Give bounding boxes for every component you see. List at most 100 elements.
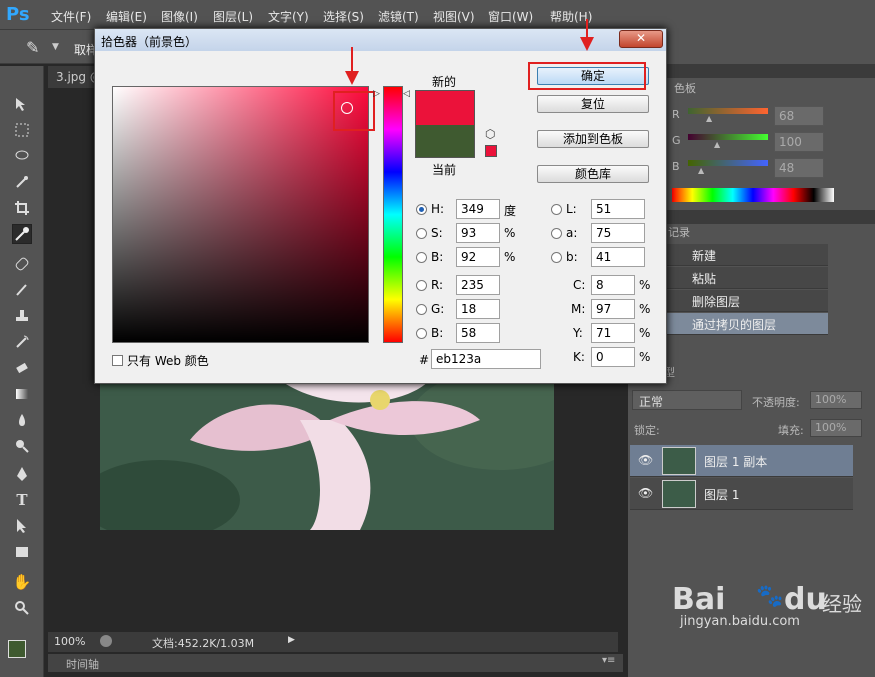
opacity-field[interactable]: 100% xyxy=(810,391,862,409)
menu-image[interactable]: 图像(I) xyxy=(161,8,198,25)
chevron-down-icon[interactable]: ▼ xyxy=(52,42,59,52)
slider-handle-icon[interactable]: ▲ xyxy=(706,114,712,123)
menu-type[interactable]: 文字(Y) xyxy=(268,8,309,25)
zoom-level[interactable]: 100% xyxy=(54,635,85,648)
brightness-unit: % xyxy=(504,250,516,264)
history-item[interactable]: 删除图层 xyxy=(666,290,828,312)
eraser-tool-icon[interactable] xyxy=(12,358,32,378)
brightness-field[interactable]: 92 xyxy=(456,247,500,267)
marquee-tool-icon[interactable] xyxy=(12,120,32,140)
s-radio[interactable] xyxy=(416,228,427,239)
stamp-tool-icon[interactable] xyxy=(12,306,32,326)
menu-window[interactable]: 窗口(W) xyxy=(488,8,533,25)
l-field[interactable]: 51 xyxy=(591,199,645,219)
swatches-tab[interactable]: 色板 xyxy=(674,80,696,96)
dialog-close-button[interactable]: ✕ xyxy=(619,30,663,48)
g-radio[interactable] xyxy=(416,304,427,315)
c-field[interactable]: 8 xyxy=(591,275,635,295)
tools-panel: T ✋ xyxy=(0,66,44,677)
menu-filter[interactable]: 滤镜(T) xyxy=(378,8,419,25)
slider-handle-icon[interactable]: ▲ xyxy=(698,166,704,175)
color-field[interactable] xyxy=(112,86,369,343)
brightness-radio[interactable] xyxy=(416,252,427,263)
color-libraries-button[interactable]: 颜色库 xyxy=(537,165,649,183)
hue-handle-icon[interactable]: ▷ xyxy=(373,89,380,99)
gamut-cube-icon[interactable]: ⬡ xyxy=(485,127,495,141)
panel-menu-icon[interactable]: ▾≡ xyxy=(602,655,615,666)
y-field[interactable]: 71 xyxy=(591,323,635,343)
canvas-image[interactable] xyxy=(100,380,554,530)
menu-select[interactable]: 选择(S) xyxy=(323,8,364,25)
h-label: H: xyxy=(431,202,445,216)
menu-file[interactable]: 文件(F) xyxy=(51,8,91,25)
h-radio[interactable] xyxy=(416,204,427,215)
hex-field[interactable]: eb123a xyxy=(431,349,541,369)
history-tab[interactable]: 记录 xyxy=(668,224,690,240)
pen-tool-icon[interactable] xyxy=(12,464,32,484)
menu-view[interactable]: 视图(V) xyxy=(433,8,475,25)
hue-slider[interactable] xyxy=(383,86,403,343)
eye-icon[interactable]: 👁 xyxy=(638,453,653,467)
s-field[interactable]: 93 xyxy=(456,223,500,243)
layer-row[interactable]: 👁 图层 1 xyxy=(630,478,853,510)
color-g-field[interactable]: 100 xyxy=(774,132,824,152)
l-radio[interactable] xyxy=(551,204,562,215)
eyedropper-tool-icon[interactable] xyxy=(12,224,32,244)
b-field[interactable]: 58 xyxy=(456,323,500,343)
layer-row-selected[interactable]: 👁 图层 1 副本 xyxy=(630,445,853,477)
layer-name[interactable]: 图层 1 xyxy=(704,486,739,503)
r-field[interactable]: 235 xyxy=(456,275,500,295)
zoom-tool-icon[interactable] xyxy=(12,598,32,618)
a-field[interactable]: 75 xyxy=(591,223,645,243)
history-item[interactable]: 粘贴 xyxy=(666,267,828,289)
h-field[interactable]: 349 xyxy=(456,199,500,219)
slider-handle-icon[interactable]: ▲ xyxy=(714,140,720,149)
reset-button[interactable]: 复位 xyxy=(537,95,649,113)
k-field[interactable]: 0 xyxy=(591,347,635,367)
fill-field[interactable]: 100% xyxy=(810,419,862,437)
eye-icon[interactable]: 👁 xyxy=(638,486,653,500)
b-radio[interactable] xyxy=(416,328,427,339)
type-tool-icon[interactable]: T xyxy=(12,490,32,510)
color-r-slider[interactable] xyxy=(688,108,768,114)
web-safe-swatch[interactable] xyxy=(485,145,497,157)
status-icon[interactable] xyxy=(100,635,112,647)
healing-brush-icon[interactable] xyxy=(12,254,32,274)
foreground-color-swatch[interactable] xyxy=(8,640,26,658)
rectangle-tool-icon[interactable] xyxy=(12,542,32,562)
blend-mode-select[interactable]: 正常 xyxy=(632,390,742,410)
menu-layer[interactable]: 图层(L) xyxy=(213,8,253,25)
brush-tool-icon[interactable] xyxy=(12,280,32,300)
hand-tool-icon[interactable]: ✋ xyxy=(12,572,32,592)
g-field[interactable]: 18 xyxy=(456,299,500,319)
arrow-right-icon[interactable]: ▶ xyxy=(288,635,295,645)
timeline-tab[interactable]: 时间轴 xyxy=(66,656,99,672)
eyedropper-icon[interactable]: ✎ xyxy=(26,38,39,57)
color-b-field[interactable]: 48 xyxy=(774,158,824,178)
dodge-tool-icon[interactable] xyxy=(12,436,32,456)
history-item-selected[interactable]: 通过拷贝的图层 xyxy=(666,313,828,335)
web-only-checkbox[interactable] xyxy=(112,355,123,366)
hue-handle-icon[interactable]: ◁ xyxy=(403,89,410,99)
history-brush-icon[interactable] xyxy=(12,332,32,352)
lasso-tool-icon[interactable] xyxy=(12,146,32,166)
color-g-slider[interactable] xyxy=(688,134,768,140)
lab-b-radio[interactable] xyxy=(551,252,562,263)
r-radio[interactable] xyxy=(416,280,427,291)
menu-edit[interactable]: 编辑(E) xyxy=(106,8,147,25)
layer-name[interactable]: 图层 1 副本 xyxy=(704,453,767,470)
add-to-swatches-button[interactable]: 添加到色板 xyxy=(537,130,649,148)
gradient-tool-icon[interactable] xyxy=(12,384,32,404)
crop-tool-icon[interactable] xyxy=(12,198,32,218)
path-select-icon[interactable] xyxy=(12,516,32,536)
m-field[interactable]: 97 xyxy=(591,299,635,319)
color-r-field[interactable]: 68 xyxy=(774,106,824,126)
a-radio[interactable] xyxy=(551,228,562,239)
blur-tool-icon[interactable] xyxy=(12,410,32,430)
quick-select-icon[interactable] xyxy=(12,172,32,192)
history-item[interactable]: 新建 xyxy=(666,244,828,266)
color-spectrum-bar[interactable] xyxy=(672,188,834,202)
lab-b-field[interactable]: 41 xyxy=(591,247,645,267)
move-tool-icon[interactable] xyxy=(12,94,32,114)
current-color-swatch[interactable] xyxy=(416,125,474,157)
